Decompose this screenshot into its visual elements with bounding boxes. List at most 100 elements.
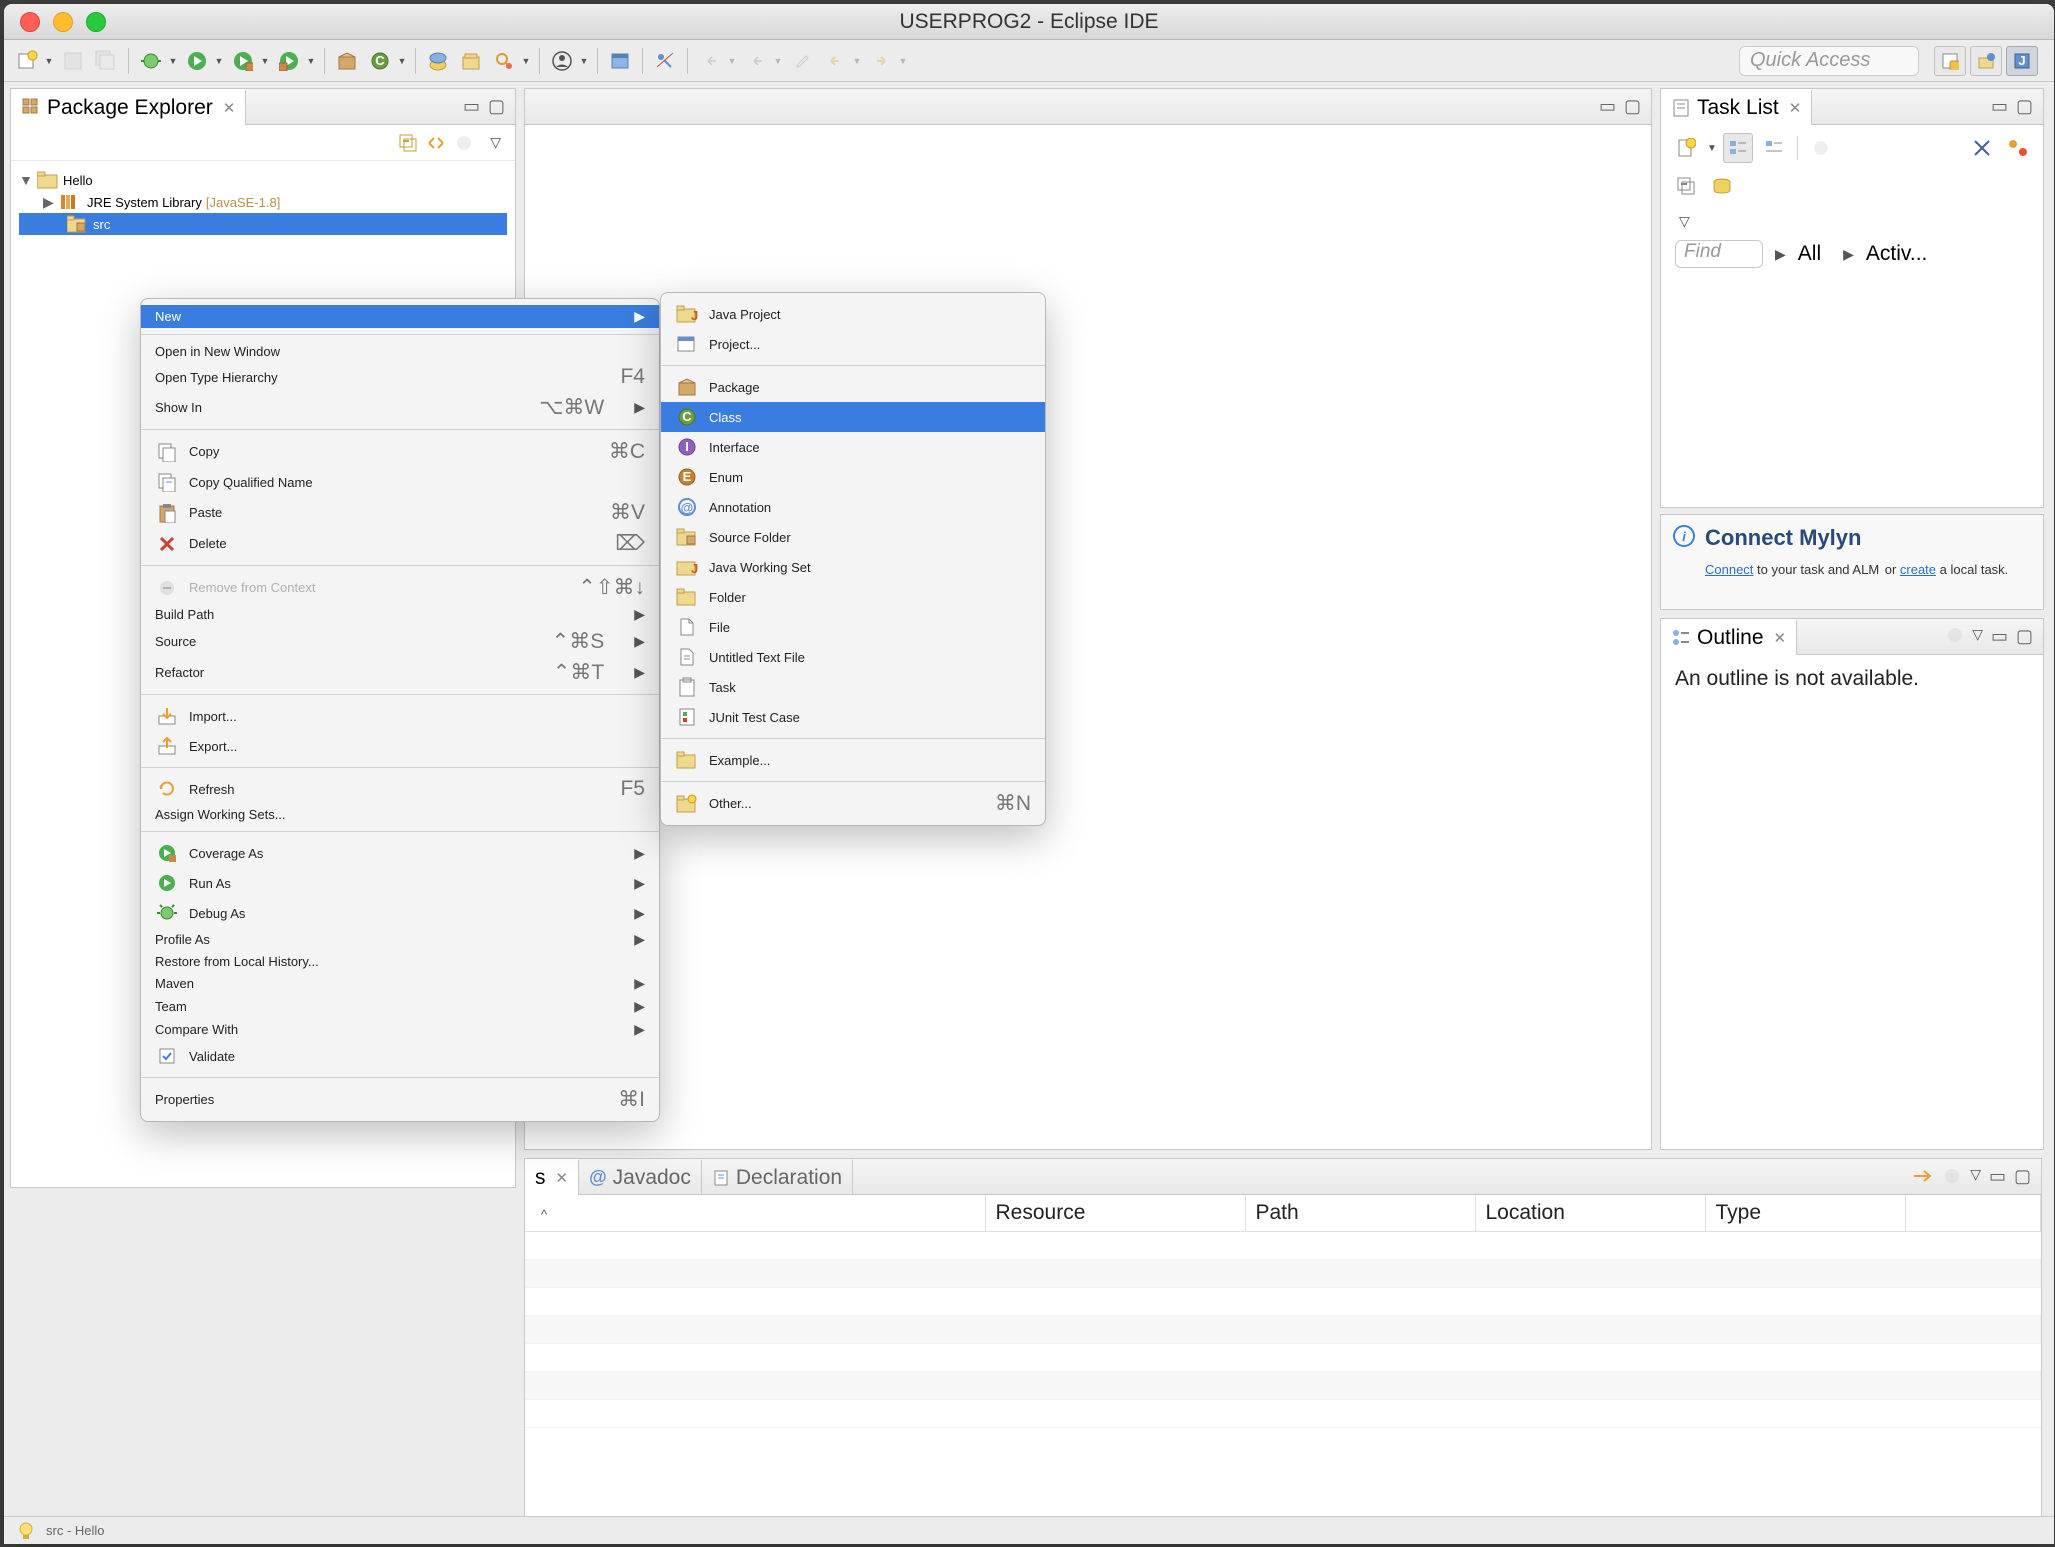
submenu-project[interactable]: Project...	[661, 329, 1045, 359]
new-icon[interactable]	[12, 46, 42, 76]
zoom-window-button[interactable]	[86, 12, 106, 32]
new-task-icon[interactable]	[1671, 133, 1701, 163]
activate-link[interactable]: Activ...	[1866, 242, 1927, 266]
close-tab-icon[interactable]: ✕	[556, 1169, 569, 1187]
filter-icon[interactable]	[1942, 1166, 1962, 1187]
table-row[interactable]	[525, 1288, 2041, 1316]
submenu-junit[interactable]: JUnit Test Case	[661, 702, 1045, 732]
menu-item-validate[interactable]: Validate	[141, 1041, 659, 1071]
find-input[interactable]: Find	[1675, 240, 1763, 268]
submenu-task[interactable]: Task	[661, 672, 1045, 702]
create-link[interactable]: create	[1900, 562, 1936, 577]
submenu-enum[interactable]: EEnum	[661, 462, 1045, 492]
menu-item-source[interactable]: Source⌃⌘S▶	[141, 626, 659, 657]
menu-item-copy[interactable]: Copy⌘C	[141, 436, 659, 467]
submenu-java-working-set[interactable]: JJava Working Set	[661, 552, 1045, 582]
minimize-view-icon[interactable]: ▭	[1991, 626, 2008, 647]
focus-icon[interactable]	[1912, 1166, 1934, 1187]
table-row[interactable]	[525, 1344, 2041, 1372]
table-row[interactable]	[525, 1372, 2041, 1400]
table-row[interactable]	[525, 1316, 2041, 1344]
minimize-view-icon[interactable]: ▭	[1991, 96, 2008, 117]
run-icon[interactable]	[182, 46, 212, 76]
menu-item-refactor[interactable]: Refactor⌃⌘T▶	[141, 657, 659, 688]
outline-tab[interactable]: Outline ✕	[1661, 619, 1797, 655]
connect-link[interactable]: Connect	[1705, 562, 1753, 577]
categorized-icon[interactable]	[1723, 133, 1753, 163]
dropdown-arrow-icon[interactable]: ▼	[897, 56, 909, 66]
menu-item-copy-qualified[interactable]: Copy Qualified Name	[141, 467, 659, 497]
menu-item-restore-history[interactable]: Restore from Local History...	[141, 951, 659, 972]
menu-item-build-path[interactable]: Build Path▶	[141, 603, 659, 626]
toggle-breadcrumb-icon[interactable]	[650, 46, 680, 76]
table-row[interactable]	[525, 1260, 2041, 1288]
quick-access-input[interactable]: Quick Access	[1739, 46, 1919, 76]
dropdown-arrow-icon[interactable]: ▼	[43, 56, 55, 66]
dropdown-arrow-icon[interactable]: ▼	[520, 56, 532, 66]
minimize-view-icon[interactable]: ▭	[1989, 1166, 2006, 1187]
menu-item-team[interactable]: Team▶	[141, 995, 659, 1018]
project-node[interactable]: ▼ Hello	[19, 169, 507, 191]
close-tab-icon[interactable]: ✕	[223, 99, 236, 117]
save-all-icon[interactable]	[91, 46, 121, 76]
disclosure-triangle-icon[interactable]: ▼	[19, 172, 33, 188]
link-editor-icon[interactable]	[426, 133, 446, 153]
close-tab-icon[interactable]: ✕	[1789, 99, 1802, 117]
menu-item-profile-as[interactable]: Profile As▶	[141, 928, 659, 951]
menu-item-assign-working-sets[interactable]: Assign Working Sets...	[141, 804, 659, 825]
submenu-source-folder[interactable]: Source Folder	[661, 522, 1045, 552]
menu-item-export[interactable]: Export...	[141, 731, 659, 761]
problems-tab[interactable]: s ✕	[525, 1159, 579, 1195]
declaration-tab[interactable]: Declaration	[702, 1159, 853, 1195]
disclosure-triangle-icon[interactable]: ▶	[43, 194, 57, 211]
maximize-view-icon[interactable]: ▢	[488, 96, 505, 117]
column-resource[interactable]: Resource	[985, 1195, 1245, 1232]
coverage-icon[interactable]	[228, 46, 258, 76]
dropdown-arrow-icon[interactable]: ▼	[578, 56, 590, 66]
dropdown-arrow-icon[interactable]: ▼	[772, 56, 784, 66]
dropdown-arrow-icon[interactable]: ▼	[213, 56, 225, 66]
resource-perspective-button[interactable]	[1970, 46, 2002, 76]
submenu-untitled[interactable]: Untitled Text File	[661, 642, 1045, 672]
menu-item-debug-as[interactable]: Debug As▶	[141, 898, 659, 928]
focus-task-icon[interactable]	[454, 133, 474, 153]
menu-item-run-as[interactable]: Run As▶	[141, 868, 659, 898]
view-menu-icon[interactable]: ▽	[1970, 1166, 1981, 1187]
minimize-window-button[interactable]	[53, 12, 73, 32]
submenu-other[interactable]: Other...⌘N	[661, 788, 1045, 819]
dropdown-arrow-icon[interactable]: ▼	[259, 56, 271, 66]
javadoc-tab[interactable]: @ Javadoc	[579, 1159, 702, 1195]
java-perspective-button[interactable]: J	[2006, 46, 2038, 76]
submenu-java-project[interactable]: JJava Project	[661, 299, 1045, 329]
dropdown-arrow-icon[interactable]: ▼	[305, 56, 317, 66]
minimize-editor-icon[interactable]: ▭	[1599, 96, 1616, 117]
focus-task-icon[interactable]	[1946, 626, 1964, 647]
maximize-view-icon[interactable]: ▢	[2016, 96, 2033, 117]
open-task-icon[interactable]	[456, 46, 486, 76]
menu-item-refresh[interactable]: RefreshF5	[141, 774, 659, 804]
hide-icon[interactable]	[1967, 133, 1997, 163]
lightbulb-icon[interactable]	[16, 1521, 36, 1541]
search-icon[interactable]	[489, 46, 519, 76]
column-description[interactable]: ^	[525, 1195, 985, 1232]
forward-icon[interactable]	[866, 46, 896, 76]
user-icon[interactable]	[547, 46, 577, 76]
task-list-tab[interactable]: Task List ✕	[1661, 89, 1812, 125]
minimize-view-icon[interactable]: ▭	[463, 96, 480, 117]
maximize-view-icon[interactable]: ▢	[2016, 626, 2033, 647]
all-link[interactable]: All	[1798, 242, 1821, 266]
table-row[interactable]	[525, 1400, 2041, 1428]
run-last-icon[interactable]	[274, 46, 304, 76]
prev-annotation-icon[interactable]	[695, 46, 725, 76]
src-folder-node[interactable]: src	[19, 213, 507, 235]
column-path[interactable]: Path	[1245, 1195, 1475, 1232]
submenu-folder[interactable]: Folder	[661, 582, 1045, 612]
scheduled-icon[interactable]	[1759, 133, 1789, 163]
table-row[interactable]	[525, 1232, 2041, 1260]
menu-item-new[interactable]: New▶	[141, 305, 659, 328]
view-menu-icon[interactable]: ▽	[1972, 626, 1983, 647]
submenu-class[interactable]: CClass	[661, 402, 1045, 432]
dropdown-arrow-icon[interactable]: ▼	[396, 56, 408, 66]
dropdown-arrow-icon[interactable]: ▼	[726, 56, 738, 66]
window-icon[interactable]	[605, 46, 635, 76]
